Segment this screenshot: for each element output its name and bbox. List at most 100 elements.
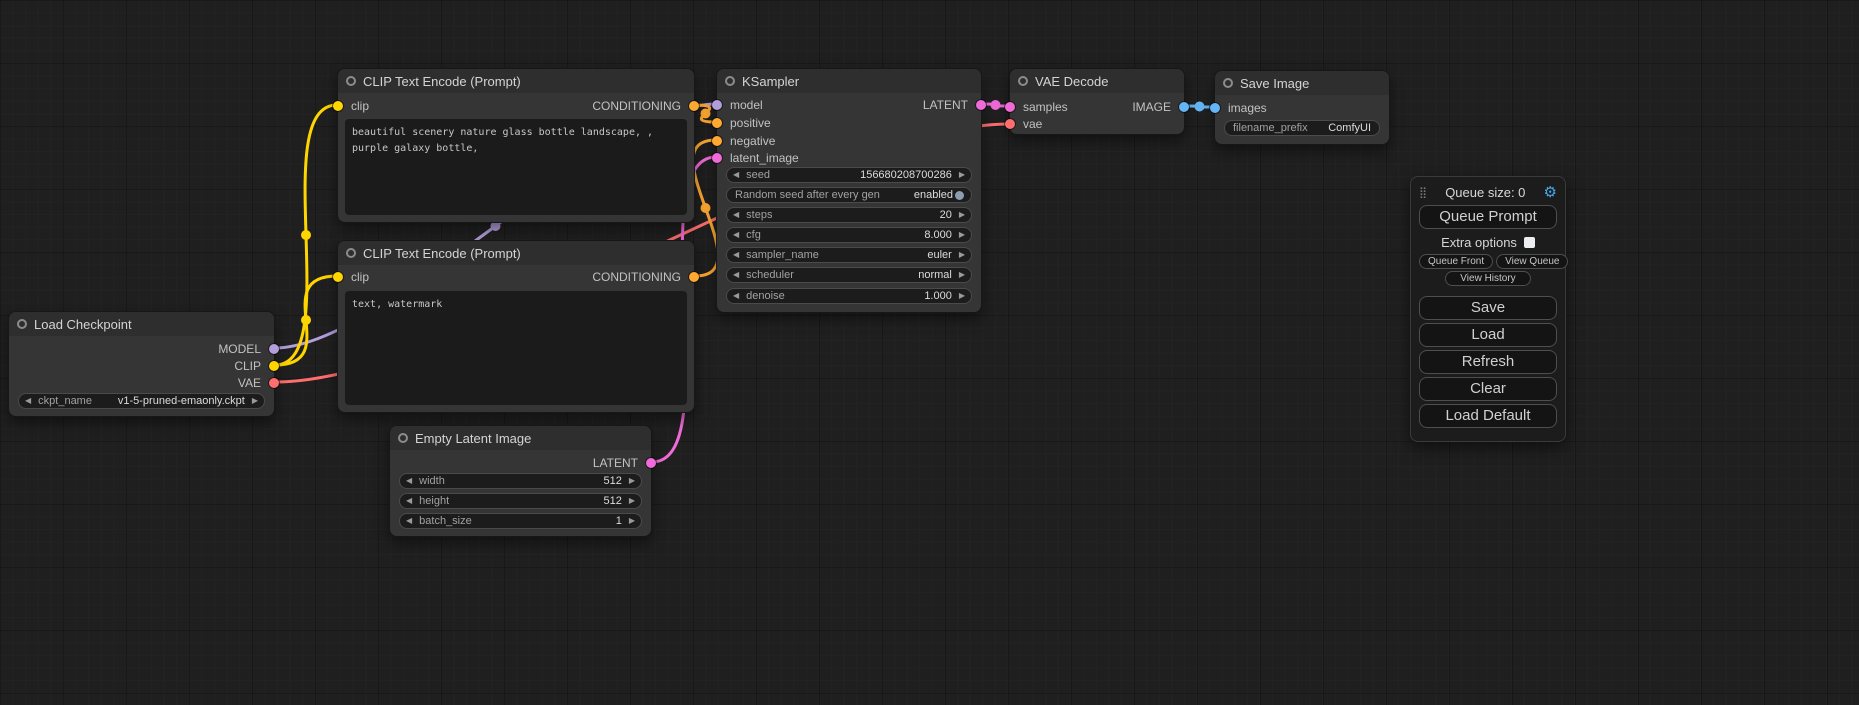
prompt-textarea[interactable]: beautiful scenery nature glass bottle la…: [345, 119, 687, 215]
port-model-input[interactable]: [712, 100, 722, 110]
widget-label: height: [419, 495, 449, 507]
widget-seed[interactable]: ◀ seed 156680208700286 ▶: [726, 167, 972, 183]
port-clip-input[interactable]: [333, 272, 343, 282]
collapse-dot-icon[interactable]: [1223, 78, 1233, 88]
collapse-dot-icon[interactable]: [346, 248, 356, 258]
widget-label: ckpt_name: [38, 395, 92, 407]
prev-arrow-icon[interactable]: ◀: [733, 231, 739, 239]
port-latent-output[interactable]: [646, 458, 656, 468]
view-queue-button[interactable]: View Queue: [1496, 254, 1568, 269]
widget-random-seed-toggle[interactable]: Random seed after every gen enabled: [726, 187, 972, 203]
output-label-latent: LATENT: [593, 455, 638, 471]
prev-arrow-icon[interactable]: ◀: [25, 397, 31, 405]
widget-label: sampler_name: [746, 249, 819, 261]
save-button[interactable]: Save: [1419, 296, 1557, 320]
widget-batch-size[interactable]: ◀ batch_size 1 ▶: [399, 513, 642, 529]
widget-denoise[interactable]: ◀ denoise 1.000 ▶: [726, 288, 972, 304]
prev-arrow-icon[interactable]: ◀: [406, 517, 412, 525]
next-arrow-icon[interactable]: ▶: [629, 497, 635, 505]
next-arrow-icon[interactable]: ▶: [959, 231, 965, 239]
port-conditioning-output[interactable]: [689, 272, 699, 282]
next-arrow-icon[interactable]: ▶: [959, 171, 965, 179]
node-title-bar[interactable]: Empty Latent Image: [390, 426, 651, 450]
queue-buttons-row: Queue Front View Queue: [1419, 254, 1557, 269]
port-negative-input[interactable]: [712, 136, 722, 146]
node-save-image[interactable]: Save Image images filename_prefix ComfyU…: [1214, 70, 1390, 145]
node-title-bar[interactable]: CLIP Text Encode (Prompt): [338, 241, 694, 265]
widget-value: enabled: [914, 189, 953, 201]
widget-width[interactable]: ◀ width 512 ▶: [399, 473, 642, 489]
toggle-dot-icon[interactable]: [955, 191, 964, 200]
node-load-checkpoint[interactable]: Load Checkpoint MODEL CLIP VAE ◀ ckpt_na…: [8, 311, 275, 417]
load-button[interactable]: Load: [1419, 323, 1557, 347]
prompt-textarea[interactable]: text, watermark: [345, 291, 687, 405]
port-vae-output[interactable]: [269, 378, 279, 388]
port-samples-input[interactable]: [1005, 102, 1015, 112]
prev-arrow-icon[interactable]: ◀: [733, 211, 739, 219]
widget-filename-prefix[interactable]: filename_prefix ComfyUI: [1224, 120, 1380, 136]
widget-height[interactable]: ◀ height 512 ▶: [399, 493, 642, 509]
widget-sampler-name[interactable]: ◀ sampler_name euler ▶: [726, 247, 972, 263]
next-arrow-icon[interactable]: ▶: [959, 292, 965, 300]
widget-label: width: [419, 475, 445, 487]
widget-scheduler[interactable]: ◀ scheduler normal ▶: [726, 267, 972, 283]
node-title: Save Image: [1240, 76, 1309, 91]
refresh-button[interactable]: Refresh: [1419, 350, 1557, 374]
node-empty-latent-image[interactable]: Empty Latent Image LATENT ◀ width 512 ▶ …: [389, 425, 652, 537]
node-clip-text-encode-positive[interactable]: CLIP Text Encode (Prompt) clip CONDITION…: [337, 68, 695, 223]
node-ksampler[interactable]: KSampler model positive negative latent_…: [716, 68, 982, 313]
port-latent-output[interactable]: [976, 100, 986, 110]
port-conditioning-output[interactable]: [689, 101, 699, 111]
settings-gear-icon[interactable]: ⚙: [1544, 185, 1557, 200]
next-arrow-icon[interactable]: ▶: [629, 517, 635, 525]
queue-front-button[interactable]: Queue Front: [1419, 254, 1493, 269]
port-clip-output[interactable]: [269, 361, 279, 371]
next-arrow-icon[interactable]: ▶: [629, 477, 635, 485]
node-vae-decode[interactable]: VAE Decode samples vae IMAGE: [1009, 68, 1185, 135]
port-vae-input[interactable]: [1005, 119, 1015, 129]
port-clip-input[interactable]: [333, 101, 343, 111]
next-arrow-icon[interactable]: ▶: [959, 271, 965, 279]
node-clip-text-encode-negative[interactable]: CLIP Text Encode (Prompt) clip CONDITION…: [337, 240, 695, 413]
drag-handle-icon[interactable]: ⣿: [1419, 186, 1427, 199]
port-images-input[interactable]: [1210, 103, 1220, 113]
prev-arrow-icon[interactable]: ◀: [406, 497, 412, 505]
output-label-image: IMAGE: [1132, 99, 1171, 115]
collapse-dot-icon[interactable]: [725, 76, 735, 86]
output-label-conditioning: CONDITIONING: [592, 98, 681, 114]
node-title-bar[interactable]: VAE Decode: [1010, 69, 1184, 93]
node-title-bar[interactable]: Save Image: [1215, 71, 1389, 95]
extra-options-checkbox[interactable]: [1524, 237, 1535, 248]
widget-value: 156680208700286: [860, 169, 952, 181]
widget-cfg[interactable]: ◀ cfg 8.000 ▶: [726, 227, 972, 243]
port-model-output[interactable]: [269, 344, 279, 354]
port-latent-image-input[interactable]: [712, 153, 722, 163]
widget-label: seed: [746, 169, 770, 181]
load-default-button[interactable]: Load Default: [1419, 404, 1557, 428]
node-title-bar[interactable]: KSampler: [717, 69, 981, 93]
node-title-bar[interactable]: CLIP Text Encode (Prompt): [338, 69, 694, 93]
queue-prompt-button[interactable]: Queue Prompt: [1419, 205, 1557, 229]
next-arrow-icon[interactable]: ▶: [959, 251, 965, 259]
collapse-dot-icon[interactable]: [346, 76, 356, 86]
next-arrow-icon[interactable]: ▶: [252, 397, 258, 405]
next-arrow-icon[interactable]: ▶: [959, 211, 965, 219]
node-title-bar[interactable]: Load Checkpoint: [9, 312, 274, 336]
widget-steps[interactable]: ◀ steps 20 ▶: [726, 207, 972, 223]
comfy-menu-panel[interactable]: ⣿ Queue size: 0 ⚙ Queue Prompt Extra opt…: [1410, 176, 1566, 442]
port-positive-input[interactable]: [712, 118, 722, 128]
node-graph-canvas[interactable]: Load Checkpoint MODEL CLIP VAE ◀ ckpt_na…: [0, 0, 1859, 705]
collapse-dot-icon[interactable]: [398, 433, 408, 443]
view-history-button[interactable]: View History: [1445, 271, 1530, 286]
collapse-dot-icon[interactable]: [17, 319, 27, 329]
port-image-output[interactable]: [1179, 102, 1189, 112]
widget-ckpt-name[interactable]: ◀ ckpt_name v1-5-pruned-emaonly.ckpt ▶: [18, 393, 265, 409]
output-label-latent: LATENT: [923, 97, 968, 113]
clear-button[interactable]: Clear: [1419, 377, 1557, 401]
prev-arrow-icon[interactable]: ◀: [733, 271, 739, 279]
collapse-dot-icon[interactable]: [1018, 76, 1028, 86]
prev-arrow-icon[interactable]: ◀: [733, 171, 739, 179]
prev-arrow-icon[interactable]: ◀: [733, 292, 739, 300]
prev-arrow-icon[interactable]: ◀: [733, 251, 739, 259]
prev-arrow-icon[interactable]: ◀: [406, 477, 412, 485]
